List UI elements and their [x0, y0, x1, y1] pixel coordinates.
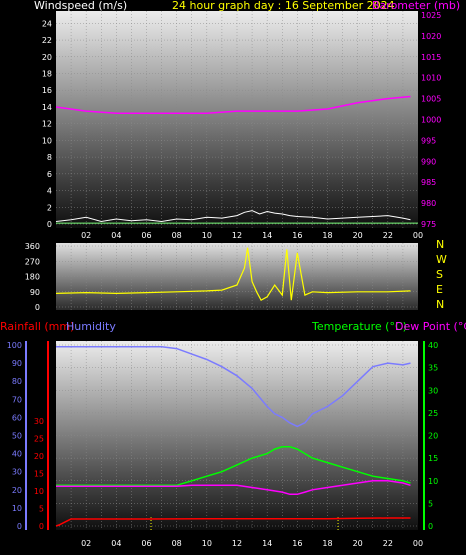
x-tick-label: 18 [322, 539, 332, 548]
x-tick-label: 02 [81, 231, 91, 240]
barometer-y-tick-label: 980 [421, 199, 436, 208]
rainfall-y-tick-label: 15 [34, 470, 44, 479]
barometer-y-tick-label: 1015 [421, 53, 441, 62]
x-tick-label: 10 [202, 231, 212, 240]
rainfall-y-tick-label: 30 [34, 417, 44, 426]
humidity-y-tick-label: 10 [12, 504, 22, 513]
rainfall-y-tick-label: 10 [34, 487, 44, 496]
x-tick-label: 14 [262, 231, 272, 240]
temperature-y-tick-label: 15 [428, 454, 438, 463]
direction-y-tick-label: 360 [25, 242, 40, 251]
humidity-y-tick-label: 90 [12, 359, 22, 368]
x-tick-label: 04 [111, 539, 121, 548]
wind-y-tick-label: 24 [42, 19, 52, 28]
direction-y-tick-label: 180 [25, 273, 40, 282]
wind-y-tick-label: 6 [47, 170, 52, 179]
graph-title: 24 hour graph day : 16 September 2024 [172, 0, 395, 12]
windspeed-label: Windspeed (m/s) [34, 0, 127, 12]
x-tick-label: 08 [172, 231, 182, 240]
rainfall-label: Rainfall (mm) [0, 320, 74, 333]
humidity-y-tick-label: 40 [12, 450, 22, 459]
barometer-y-tick-label: 1020 [421, 32, 441, 41]
weather-graph-page: Windspeed (m/s) 24 hour graph day : 16 S… [0, 0, 466, 555]
temperature-y-tick-label: 5 [428, 499, 433, 508]
wind-y-tick-label: 14 [42, 103, 52, 112]
direction-letter: N [436, 238, 444, 251]
humidity-y-tick-label: 50 [12, 432, 22, 441]
barometer-y-tick-label: 975 [421, 220, 436, 229]
barometer-y-tick-label: 990 [421, 157, 436, 166]
humidity-y-tick-label: 100 [7, 341, 22, 350]
direction-letter: E [436, 283, 443, 296]
wind-y-tick-label: 4 [47, 187, 52, 196]
x-tick-label: 00 [413, 231, 423, 240]
temperature-label: Temperature (°C) [311, 320, 407, 333]
wind-y-tick-label: 16 [42, 86, 52, 95]
humidity-y-tick-label: 30 [12, 468, 22, 477]
humidity-y-tick-label: 60 [12, 413, 22, 422]
temperature-y-tick-label: 20 [428, 432, 438, 441]
humidity-y-tick-label: 80 [12, 377, 22, 386]
wind-y-tick-label: 0 [47, 220, 52, 229]
temperature-y-tick-label: 10 [428, 477, 438, 486]
rainfall-y-tick-label: 20 [34, 452, 44, 461]
wind-y-tick-label: 22 [42, 36, 52, 45]
temperature-y-tick-label: 0 [428, 522, 433, 531]
temperature-y-tick-label: 40 [428, 341, 438, 350]
wind-y-tick-label: 8 [47, 153, 52, 162]
direction-letter: S [436, 268, 443, 281]
x-tick-label: 22 [383, 231, 393, 240]
humidity-y-tick-label: 70 [12, 395, 22, 404]
x-tick-label: 06 [141, 539, 151, 548]
direction-y-tick-label: 270 [25, 257, 40, 266]
direction-letter: W [436, 253, 447, 266]
x-tick-label: 18 [322, 231, 332, 240]
rainfall-y-tick-label: 0 [39, 522, 44, 531]
humidity-label: Humidity [66, 320, 116, 333]
wind-y-tick-label: 2 [47, 203, 52, 212]
weather-graph: Windspeed (m/s) 24 hour graph day : 16 S… [0, 0, 466, 548]
x-tick-label: 20 [353, 231, 363, 240]
direction-letter: N [436, 298, 444, 311]
humidity-y-tick-label: 20 [12, 486, 22, 495]
x-tick-label: 16 [292, 231, 302, 240]
x-tick-label: 12 [232, 539, 242, 548]
temperature-y-tick-label: 35 [428, 364, 438, 373]
rainfall-y-tick-label: 5 [39, 505, 44, 514]
dewpoint-label: Dew Point (°C) [395, 320, 466, 333]
x-tick-label: 06 [141, 231, 151, 240]
direction-y-tick-label: 0 [35, 303, 40, 312]
x-tick-label: 00 [413, 539, 423, 548]
barometer-label: Barometer (mb) [372, 0, 460, 12]
wind-y-tick-label: 20 [42, 53, 52, 62]
x-tick-label: 20 [353, 539, 363, 548]
barometer-y-tick-label: 995 [421, 136, 436, 145]
x-tick-label: 22 [383, 539, 393, 548]
wind-y-tick-label: 18 [42, 70, 52, 79]
barometer-y-tick-label: 1000 [421, 116, 441, 125]
x-tick-label: 12 [232, 231, 242, 240]
barometer-y-tick-label: 1025 [421, 11, 441, 20]
x-tick-label: 04 [111, 231, 121, 240]
x-tick-label: 16 [292, 539, 302, 548]
barometer-y-tick-label: 985 [421, 178, 436, 187]
temperature-y-tick-label: 25 [428, 409, 438, 418]
rainfall-y-tick-label: 25 [34, 435, 44, 444]
x-tick-label: 14 [262, 539, 272, 548]
barometer-y-tick-label: 1010 [421, 74, 441, 83]
x-tick-label: 10 [202, 539, 212, 548]
x-tick-label: 02 [81, 539, 91, 548]
barometer-y-tick-label: 1005 [421, 95, 441, 104]
wind-y-tick-label: 12 [42, 120, 52, 129]
humidity-y-tick-label: 0 [17, 522, 22, 531]
x-tick-label: 08 [172, 539, 182, 548]
temperature-y-tick-label: 30 [428, 386, 438, 395]
wind-y-tick-label: 10 [42, 136, 52, 145]
direction-y-tick-label: 90 [30, 288, 40, 297]
